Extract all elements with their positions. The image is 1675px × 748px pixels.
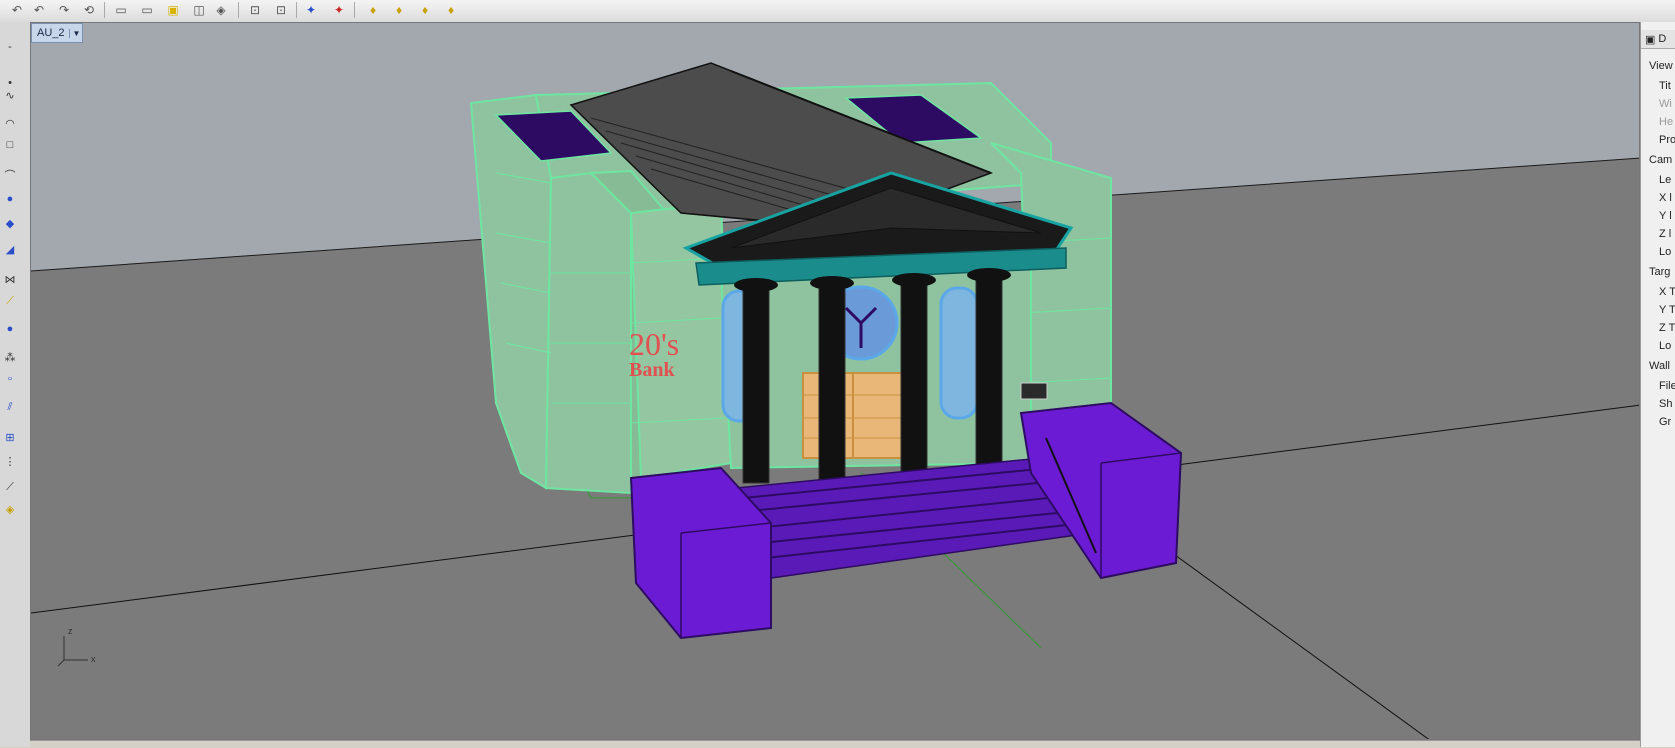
- viewport-icon[interactable]: ▭: [138, 2, 156, 18]
- light-icon[interactable]: ♦: [390, 2, 408, 18]
- axis-z-label: z: [68, 626, 73, 636]
- transform-tool-icon[interactable]: ⟋: [2, 294, 18, 308]
- axis-gizmo-icon: [57, 636, 88, 667]
- light-icon[interactable]: ♦: [416, 2, 434, 18]
- scene-canvas[interactable]: [31, 23, 1640, 740]
- viewport-perspective[interactable]: 20's Bank AU_2 ▼ z x: [30, 22, 1640, 740]
- extrude-tool-icon[interactable]: ◢: [2, 242, 18, 256]
- bank-sign-line1: 20's: [629, 326, 680, 362]
- align-tool-icon[interactable]: ⊞: [2, 430, 18, 444]
- snap-icon[interactable]: ⊡: [272, 2, 290, 18]
- prop-height: He: [1659, 116, 1674, 128]
- viewport-title-tab[interactable]: AU_2 ▼: [31, 23, 84, 43]
- prop-camera-z[interactable]: Z l: [1659, 228, 1671, 240]
- prop-wallpaper-gray[interactable]: Gr: [1659, 416, 1671, 428]
- toolbar-separator: [354, 2, 355, 18]
- light-icon[interactable]: ♦: [364, 2, 382, 18]
- undo-icon[interactable]: ↶: [8, 2, 26, 18]
- section-camera[interactable]: Cam: [1649, 154, 1672, 166]
- properties-panel: ▣ D View Tit Wi He Pro Cam Le X l Y l Z …: [1640, 22, 1675, 747]
- solid-tool-icon[interactable]: ●: [2, 322, 18, 336]
- monitor-icon: ▣: [1645, 33, 1656, 46]
- prop-camera-x[interactable]: X l: [1659, 192, 1672, 204]
- curve-tool-icon[interactable]: ∿: [2, 88, 18, 102]
- mesh-tool-icon[interactable]: ▫: [2, 372, 18, 386]
- render-icon[interactable]: ✦: [302, 2, 320, 18]
- prop-target-x[interactable]: X T: [1659, 286, 1675, 298]
- prop-target-location[interactable]: Lo: [1659, 340, 1671, 352]
- prop-camera-location[interactable]: Lo: [1659, 246, 1671, 258]
- render-tool-icon[interactable]: ◈: [2, 502, 18, 516]
- render-icon[interactable]: ✦: [330, 2, 348, 18]
- undo-icon[interactable]: ↶: [30, 2, 48, 18]
- column-3: [900, 277, 928, 479]
- axis-gizmo: z x: [56, 626, 106, 668]
- rotate-icon[interactable]: ⟲: [80, 2, 98, 18]
- fillet-tool-icon[interactable]: ⌒: [2, 168, 18, 182]
- right-window: [939, 286, 979, 420]
- prop-wallpaper-show[interactable]: Sh: [1659, 398, 1672, 410]
- dimension-tool-icon[interactable]: ⫽: [2, 400, 18, 414]
- column-4: [975, 272, 1003, 469]
- sphere-tool-icon[interactable]: ●: [2, 192, 18, 206]
- viewport-title: AU_2: [37, 27, 65, 39]
- section-wallpaper[interactable]: Wall: [1649, 360, 1670, 372]
- properties-panel-header: ▣ D: [1641, 30, 1675, 49]
- bank-sign-line2: Bank: [629, 359, 675, 381]
- toolbar-separator: [104, 2, 105, 18]
- chevron-down-icon[interactable]: ▼: [68, 28, 80, 38]
- prop-target-z[interactable]: Z T: [1659, 322, 1675, 334]
- prop-camera-y[interactable]: Y l: [1659, 210, 1672, 222]
- light-icon[interactable]: ♦: [442, 2, 460, 18]
- prop-target-y[interactable]: Y T: [1659, 304, 1675, 316]
- section-view[interactable]: View: [1649, 60, 1673, 72]
- prop-width: Wi: [1659, 98, 1672, 110]
- column-2: [818, 280, 846, 482]
- bank-sign: 20's Bank: [629, 328, 679, 380]
- column-1: [742, 282, 770, 484]
- frame-icon[interactable]: ◈: [212, 2, 230, 18]
- prop-projection[interactable]: Pro: [1659, 134, 1675, 146]
- axis-x-label: x: [91, 654, 96, 664]
- top-toolbar: ↶ ↶ ↷ ⟲ ▭ ▭ ▣ ◫ ◈ ⊡ ⊡ ✦ ✦ ♦ ♦ ♦ ♦: [0, 0, 1675, 23]
- prop-wallpaper-file[interactable]: File: [1659, 380, 1675, 392]
- boolean-tool-icon[interactable]: ⋈: [2, 272, 18, 286]
- analyze-tool-icon[interactable]: ⟋: [2, 480, 18, 494]
- section-target[interactable]: Targ: [1649, 266, 1670, 278]
- toolbar-separator: [238, 2, 239, 18]
- rectangle-tool-icon[interactable]: □: [2, 138, 18, 152]
- frame-icon[interactable]: ◫: [190, 2, 208, 18]
- prop-lens[interactable]: Le: [1659, 174, 1671, 186]
- layer-icon[interactable]: ▣: [164, 2, 182, 18]
- plaque: [1020, 382, 1048, 400]
- surface-tool-icon[interactable]: ◆: [2, 216, 18, 230]
- arc-tool-icon[interactable]: ◠: [2, 116, 18, 130]
- prop-title[interactable]: Tit: [1659, 80, 1671, 92]
- left-tool-strip: - • ∿ ◠ □ ⌒ ● ◆ ◢ ⋈ ⟋ ● ⁂ ▫ ⫽ ⊞ ⋮ ⟋ ◈: [0, 22, 31, 747]
- toolbar-separator: [296, 2, 297, 18]
- array-tool-icon[interactable]: ⁂: [2, 350, 18, 364]
- properties-panel-tab[interactable]: D: [1658, 33, 1666, 45]
- viewport-icon[interactable]: ▭: [112, 2, 130, 18]
- snap-icon[interactable]: ⊡: [246, 2, 264, 18]
- grid-tool-icon[interactable]: ⋮: [2, 454, 18, 468]
- select-tool-icon[interactable]: -: [2, 40, 18, 54]
- redo-icon[interactable]: ↷: [55, 2, 73, 18]
